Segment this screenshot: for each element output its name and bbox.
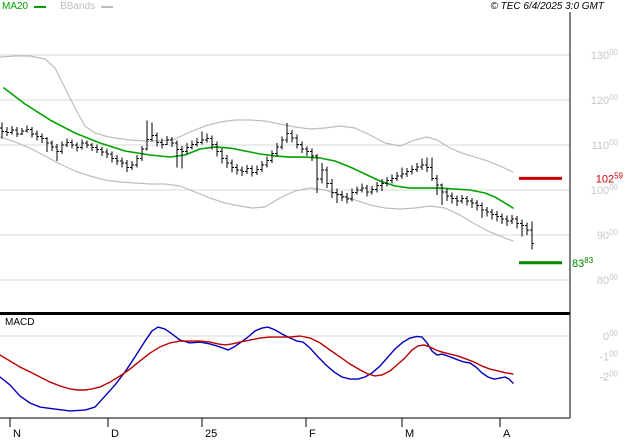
axis-tick-label: -100 bbox=[599, 349, 618, 363]
ma20-legend-label: MA20 bbox=[2, 1, 29, 12]
axis-tick-label: 12000 bbox=[591, 93, 619, 107]
signal-line bbox=[0, 335, 514, 391]
x-axis-label-F: F bbox=[309, 428, 316, 440]
axis-tick-label: 8383 bbox=[572, 256, 594, 270]
copyright-timestamp: © TEC 6/4/2025 3:0 GMT bbox=[490, 1, 604, 12]
panel-separator bbox=[0, 312, 570, 315]
price-axis-labels: 13000 12000 11000 10000 9000 8000 bbox=[591, 48, 619, 287]
price-gridlines bbox=[0, 54, 570, 281]
macd-line bbox=[0, 326, 514, 412]
axis-tick-label: 000 bbox=[603, 329, 619, 343]
macd-axis-labels: 000 -100 -200 bbox=[599, 329, 618, 384]
bbands-legend-label: BBands bbox=[60, 1, 96, 12]
bollinger-upper-line bbox=[0, 55, 514, 173]
axis-tick-label: 8000 bbox=[597, 273, 619, 287]
x-axis-label-M: M bbox=[405, 428, 414, 440]
chart-canvas: 1025983831300012000110001000090008000000… bbox=[0, 12, 624, 440]
x-axis-label-25: 25 bbox=[205, 428, 217, 440]
macd-panel-label: MACD bbox=[5, 317, 35, 328]
stock-chart-screen: 10259 8383 13000 12000 11000 10000 9000 8000 000… bbox=[0, 0, 627, 440]
ohlc-bars bbox=[0, 120, 534, 250]
ma20-legend-dash bbox=[34, 6, 47, 8]
axis-tick-label: 11000 bbox=[592, 138, 619, 152]
axis-tick-label: 13000 bbox=[591, 48, 619, 62]
bbands-legend-dash bbox=[101, 6, 114, 8]
axis-tick-label: 10000 bbox=[591, 183, 619, 197]
axis-tick-label: -200 bbox=[599, 370, 618, 384]
x-axis-label-D: D bbox=[111, 428, 119, 440]
x-axis-ticks: N D 25 F M A bbox=[9, 418, 511, 440]
x-axis-label-A: A bbox=[503, 428, 511, 440]
x-axis-label-N: N bbox=[13, 428, 21, 440]
chart-legend: MA20 BBands bbox=[2, 1, 114, 13]
axis-tick-label: 9000 bbox=[597, 228, 619, 242]
